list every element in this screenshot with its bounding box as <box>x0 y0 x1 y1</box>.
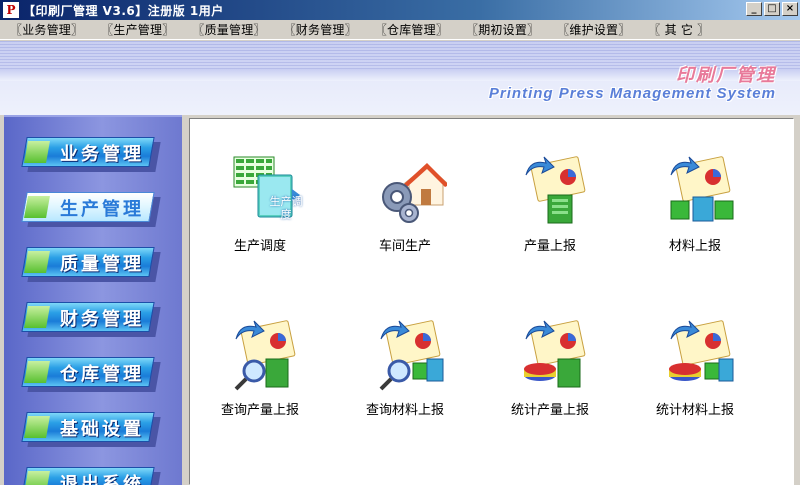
banner-title-en: Printing Press Management System <box>488 85 776 102</box>
sidebar-item-exit[interactable]: 退出系统 <box>21 467 161 485</box>
minimize-button[interactable]: _ <box>746 2 762 16</box>
stat-material-icon <box>669 320 734 382</box>
tile-label: 统计材料上报 <box>655 403 734 418</box>
material-report-icon <box>670 156 734 222</box>
tile-material-report[interactable]: 材料上报 <box>635 155 755 285</box>
sidebar-item-label: 基础设置 <box>60 419 144 440</box>
tile-query-material[interactable]: 查询材料上报 <box>345 319 465 449</box>
menu-bar: 〖业务管理〗 〖生产管理〗 〖质量管理〗 〖财务管理〗 〖仓库管理〗 〖期初设置… <box>0 20 800 40</box>
workshop-icon <box>382 163 447 223</box>
window-controls: _ □ × <box>744 2 798 16</box>
button-accent <box>24 306 50 328</box>
tile-label: 查询产量上报 <box>220 403 299 418</box>
sidebar-item-warehouse[interactable]: 仓库管理 <box>21 357 161 392</box>
stat-output-icon <box>524 320 586 388</box>
menu-quality[interactable]: 〖质量管理〗 <box>192 21 265 38</box>
sidebar-item-label: 业务管理 <box>60 144 144 165</box>
tile-label: 统计产量上报 <box>510 403 589 418</box>
tile-stat-material[interactable]: 统计材料上报 <box>635 319 755 449</box>
sidebar-item-label: 生产管理 <box>60 199 144 220</box>
menu-business[interactable]: 〖业务管理〗 <box>10 21 83 38</box>
menu-warehouse[interactable]: 〖仓库管理〗 <box>375 21 448 38</box>
sidebar-item-label: 退出系统 <box>60 474 144 485</box>
button-accent <box>24 416 50 438</box>
menu-finance[interactable]: 〖财务管理〗 <box>284 21 357 38</box>
sidebar-item-label: 财务管理 <box>60 309 144 330</box>
content-panel: 生产调度 生产调度 车间生产 产量上报 材料上报 查询产量上报 查询材料上报 统… <box>186 115 800 485</box>
tile-stat-output[interactable]: 统计产量上报 <box>490 319 610 449</box>
sidebar-item-finance[interactable]: 财务管理 <box>21 302 161 337</box>
menu-other[interactable]: 〖 其 它 〗 <box>648 21 709 38</box>
tile-schedule[interactable]: 生产调度 生产调度 <box>200 155 320 285</box>
app-logo-icon: P <box>3 2 19 18</box>
output-report-icon <box>525 156 586 224</box>
query-output-icon <box>234 320 296 391</box>
query-material-icon <box>379 320 444 391</box>
tile-workshop[interactable]: 车间生产 <box>345 155 465 285</box>
sidebar-item-label: 仓库管理 <box>60 364 144 385</box>
menu-initial-settings[interactable]: 〖期初设置〗 <box>466 21 539 38</box>
window-title: 【印刷厂管理 V3.6】注册版 1用户 <box>23 3 224 18</box>
header-banner: 印刷厂管理 Printing Press Management System <box>0 41 800 115</box>
schedule-icon-caption: 生产调度 <box>269 195 303 221</box>
content-area: 生产调度 生产调度 车间生产 产量上报 材料上报 查询产量上报 查询材料上报 统… <box>189 118 794 485</box>
menu-production[interactable]: 〖生产管理〗 <box>101 21 174 38</box>
button-accent <box>24 196 50 218</box>
tile-label: 查询材料上报 <box>365 403 444 418</box>
button-accent <box>24 251 50 273</box>
tile-label: 材料上报 <box>668 239 721 254</box>
sidebar-item-business[interactable]: 业务管理 <box>21 137 161 172</box>
tile-query-output[interactable]: 查询产量上报 <box>200 319 320 449</box>
tile-label: 生产调度 <box>233 239 286 254</box>
tile-output-report[interactable]: 产量上报 <box>490 155 610 285</box>
close-button[interactable]: × <box>782 2 798 16</box>
title-bar[interactable]: P 【印刷厂管理 V3.6】注册版 1用户 _ □ × <box>0 0 800 20</box>
sidebar: 业务管理 生产管理 质量管理 财务管理 仓库管理 基础设置 退出系统 <box>4 115 182 485</box>
sidebar-item-label: 质量管理 <box>60 254 144 275</box>
sidebar-item-base-settings[interactable]: 基础设置 <box>21 412 161 447</box>
sidebar-item-quality[interactable]: 质量管理 <box>21 247 161 282</box>
banner-title-cn: 印刷厂管理 <box>676 65 776 86</box>
tile-label: 车间生产 <box>378 239 431 254</box>
button-accent <box>24 471 50 485</box>
maximize-button[interactable]: □ <box>764 2 780 16</box>
sidebar-item-production[interactable]: 生产管理 <box>21 192 161 227</box>
button-accent <box>24 361 50 383</box>
button-accent <box>24 141 50 163</box>
tile-label: 产量上报 <box>523 239 576 254</box>
menu-maintenance[interactable]: 〖维护设置〗 <box>557 21 630 38</box>
